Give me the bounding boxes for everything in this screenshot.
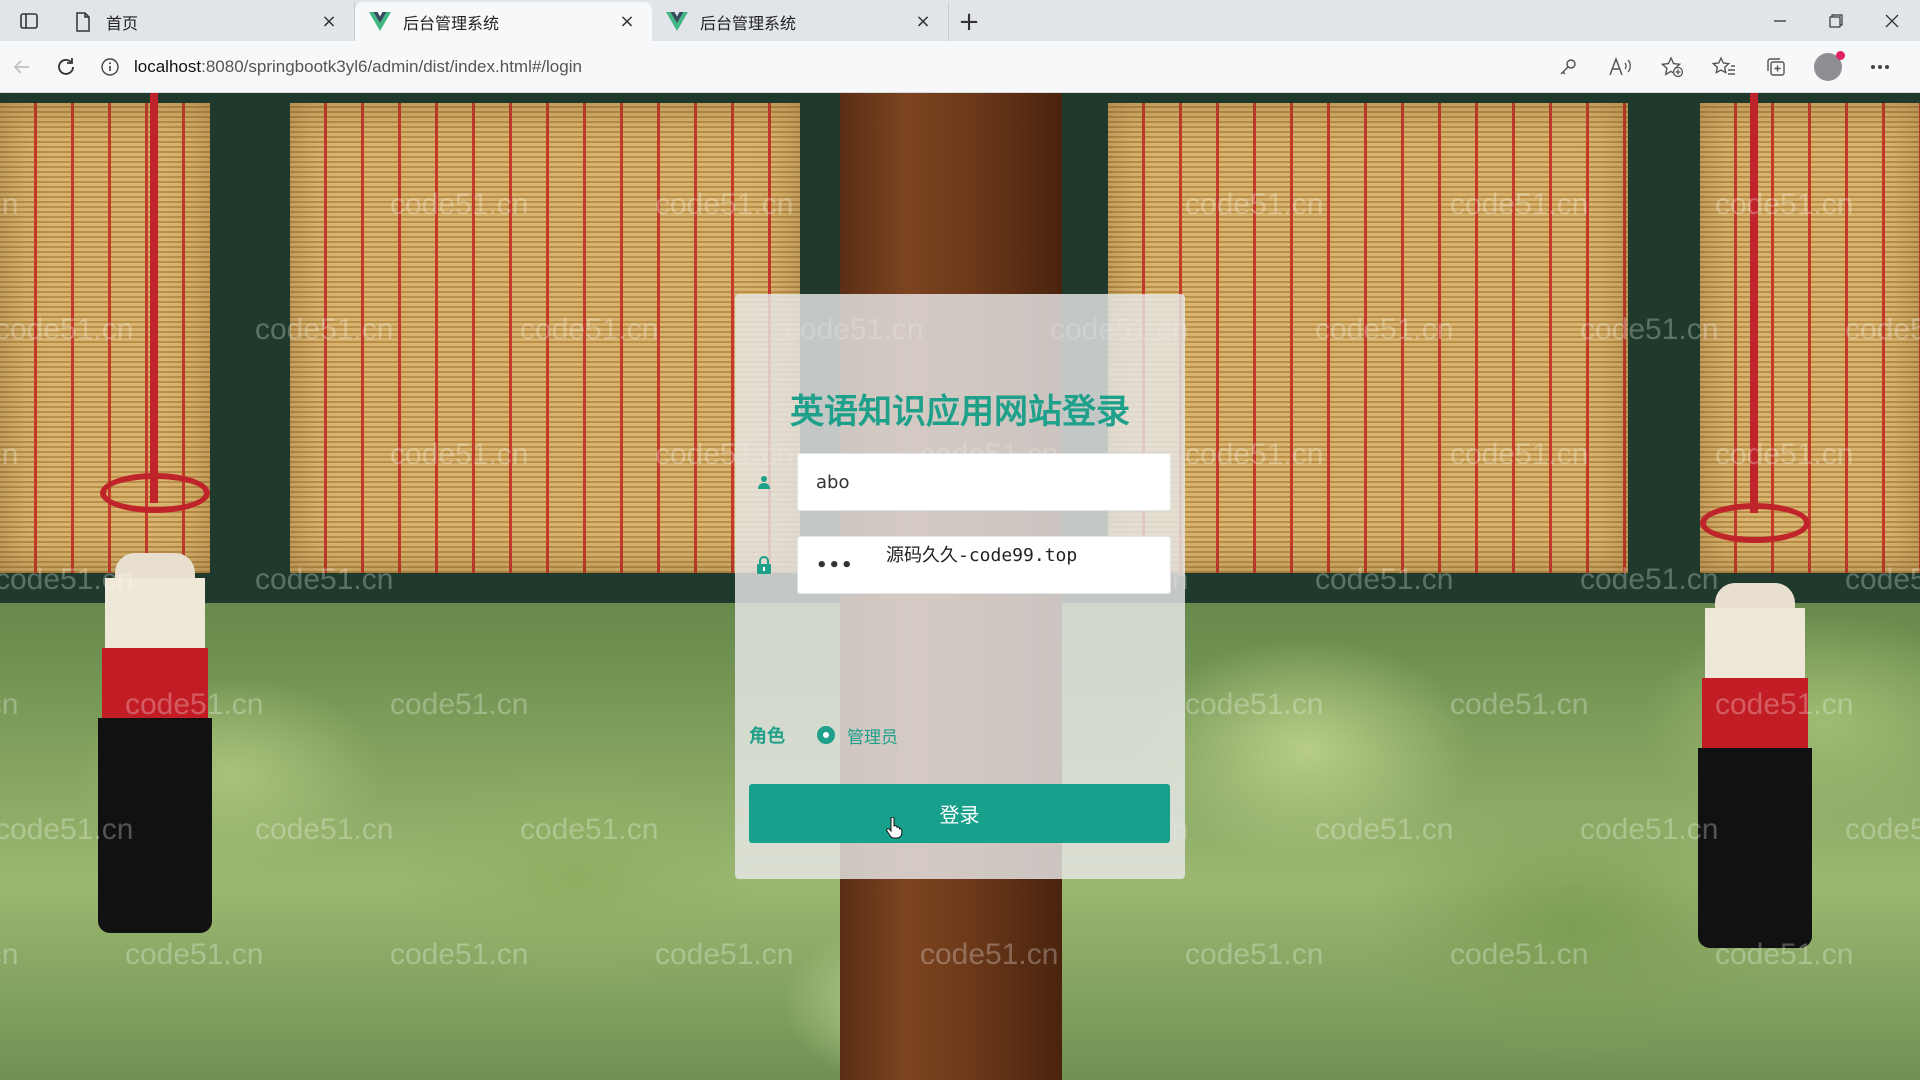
read-aloud-icon [1609,56,1631,75]
username-row: abo [749,453,1171,511]
minimize-icon [1774,19,1786,22]
toolbar-actions [1542,47,1920,87]
role-option-label[interactable]: 管理员 [847,723,898,748]
browser-tab-bar: 首页 × 后台管理系统 × 后台管理系统 × + [0,0,1920,41]
reload-button[interactable] [44,47,88,87]
add-favorite-button[interactable] [1646,47,1698,87]
tab-title: 首页 [106,13,139,33]
tab-title: 后台管理系统 [700,13,797,33]
site-info-icon[interactable] [96,53,124,81]
restore-button[interactable] [1808,0,1864,41]
tab-actions-button[interactable] [0,0,58,41]
close-window-button[interactable] [1864,0,1920,41]
tab-close-button[interactable]: × [616,11,638,33]
minimize-button[interactable] [1752,0,1808,41]
overlay-watermark-text: 源码久久-code99.top [886,545,1078,566]
read-aloud-button[interactable] [1594,47,1646,87]
background-blind [290,103,800,573]
lock-icon [749,556,779,574]
background-tassel-right [1680,93,1830,953]
login-button[interactable]: 登录 [749,784,1170,843]
window-controls [1752,0,1920,41]
username-input[interactable]: abo [797,453,1171,511]
url-host: localhost [134,56,202,76]
role-label: 角色 [749,726,785,747]
browser-tab-admin[interactable]: 后台管理系统 × [652,2,949,41]
settings-more-button[interactable] [1854,47,1906,87]
collections-button[interactable] [1750,47,1802,87]
role-row: 角色 管理员 [749,722,898,748]
page-viewport: code51.cn code51.cn code51.cn code51.cn … [0,93,1920,1080]
vue-logo-icon [369,11,391,33]
close-icon [1885,14,1899,27]
vue-logo-icon [666,11,688,33]
back-button[interactable] [0,47,44,87]
restore-icon [1829,13,1843,28]
url-field[interactable]: localhost:8080/springbootk3yl6/admin/dis… [96,48,1476,86]
favorites-list-icon [1712,55,1735,75]
user-icon [749,475,779,489]
collections-icon [1767,57,1785,76]
reload-icon [58,57,74,75]
url-path: :8080/springbootk3yl6/admin/dist/index.h… [201,56,582,76]
tab-close-button[interactable]: × [318,11,340,33]
password-key-button[interactable] [1542,47,1594,87]
password-row: ••• 源码久久-code99.top [749,536,1171,594]
tab-actions-icon [20,12,38,29]
browser-tab-home[interactable]: 首页 × [58,2,355,41]
background-tassel-left [80,93,230,943]
avatar [1814,50,1845,81]
more-dots-icon [1871,64,1889,69]
hand-cursor-icon [886,817,903,839]
background-blind [1108,103,1628,573]
tab-close-button[interactable]: × [912,11,934,33]
login-title: 英语知识应用网站登录 [790,392,1130,432]
role-radio-admin[interactable] [817,726,835,744]
arrow-left-icon [13,59,29,74]
browser-tab-admin-active[interactable]: 后台管理系统 × [355,2,652,41]
star-add-icon [1660,55,1684,77]
login-panel: 英语知识应用网站登录 abo ••• 源码久久-code99.top 角色 管理… [735,294,1185,879]
new-tab-button[interactable]: + [949,2,989,41]
password-input[interactable]: ••• 源码久久-code99.top [797,536,1171,594]
page-icon [72,11,94,33]
key-icon [1560,58,1576,75]
profile-button[interactable] [1802,47,1854,87]
username-value: abo [816,471,850,493]
browser-address-bar: localhost:8080/springbootk3yl6/admin/dis… [0,41,1920,93]
favorites-button[interactable] [1698,47,1750,87]
password-value: ••• [816,554,854,576]
tab-title: 后台管理系统 [403,13,500,33]
